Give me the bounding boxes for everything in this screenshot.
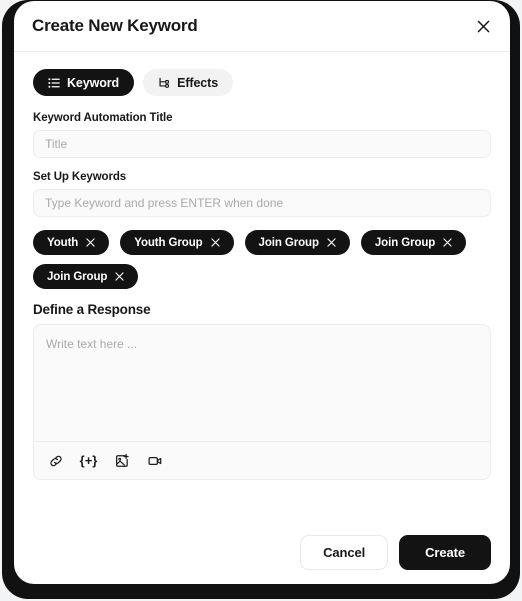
close-icon <box>443 238 452 247</box>
response-textarea[interactable] <box>34 325 490 441</box>
keyword-chip[interactable]: Join Group <box>33 264 139 289</box>
tab-bar: Keyword Effects <box>33 69 491 96</box>
close-icon <box>327 238 336 247</box>
variable-icon: {+} <box>79 453 98 468</box>
keyword-chip-list: Youth Youth Group Join Group Join Group … <box>33 230 491 289</box>
chip-remove-button[interactable] <box>210 238 220 247</box>
tab-effects-label: Effects <box>177 75 219 90</box>
automation-title-input[interactable] <box>33 130 491 158</box>
insert-video-button[interactable] <box>145 451 164 470</box>
video-icon <box>148 456 161 465</box>
insert-link-button[interactable] <box>46 451 65 470</box>
keyword-chip[interactable]: Youth <box>33 230 110 255</box>
create-button[interactable]: Create <box>399 535 491 570</box>
editor-toolbar: {+} <box>34 441 490 479</box>
chip-remove-button[interactable] <box>86 238 95 247</box>
keyword-chip-label: Youth <box>47 236 79 249</box>
insert-image-button[interactable] <box>112 451 131 470</box>
modal-header: Create New Keyword <box>14 1 510 52</box>
insert-variable-button[interactable]: {+} <box>79 451 98 470</box>
close-icon <box>115 272 124 281</box>
setup-keywords-label: Set Up Keywords <box>33 171 127 183</box>
setup-keywords-input[interactable] <box>33 189 491 217</box>
response-section: Define a Response {+} <box>33 302 491 480</box>
create-keyword-modal: Create New Keyword Keyword Effects Keywo… <box>14 1 510 584</box>
close-button[interactable] <box>470 13 496 39</box>
branch-icon <box>158 77 170 89</box>
tab-keyword-label: Keyword <box>67 75 120 90</box>
modal-body: Keyword Effects Keyword Automation Title <box>14 52 510 521</box>
link-icon <box>49 455 62 466</box>
automation-title-label: Keyword Automation Title <box>33 112 173 124</box>
tab-keyword[interactable]: Keyword <box>33 69 135 96</box>
page-title: Create New Keyword <box>32 16 198 35</box>
keyword-chip-label: Youth Group <box>134 236 203 249</box>
close-icon <box>210 238 220 247</box>
setup-keywords-group: Set Up Keywords <box>33 171 491 217</box>
close-icon <box>477 20 489 32</box>
chip-remove-button[interactable] <box>443 238 452 247</box>
tab-effects[interactable]: Effects <box>143 69 234 96</box>
chip-remove-button[interactable] <box>327 238 336 247</box>
close-icon <box>86 238 95 247</box>
keyword-chip[interactable]: Join Group <box>360 230 467 255</box>
cancel-button[interactable]: Cancel <box>300 535 389 570</box>
keyword-chip-label: Join Group <box>258 236 319 249</box>
keyword-chip-label: Join Group <box>47 270 108 283</box>
response-heading: Define a Response <box>33 302 151 317</box>
list-icon <box>48 77 60 89</box>
keyword-chip-label: Join Group <box>374 236 436 249</box>
keyword-chip[interactable]: Join Group <box>244 230 350 255</box>
keyword-chip[interactable]: Youth Group <box>120 230 234 255</box>
image-add-icon <box>115 453 129 467</box>
modal-footer: Cancel Create <box>14 521 510 584</box>
response-editor: {+} <box>33 324 491 480</box>
automation-title-group: Keyword Automation Title <box>33 112 491 158</box>
chip-remove-button[interactable] <box>115 272 124 281</box>
